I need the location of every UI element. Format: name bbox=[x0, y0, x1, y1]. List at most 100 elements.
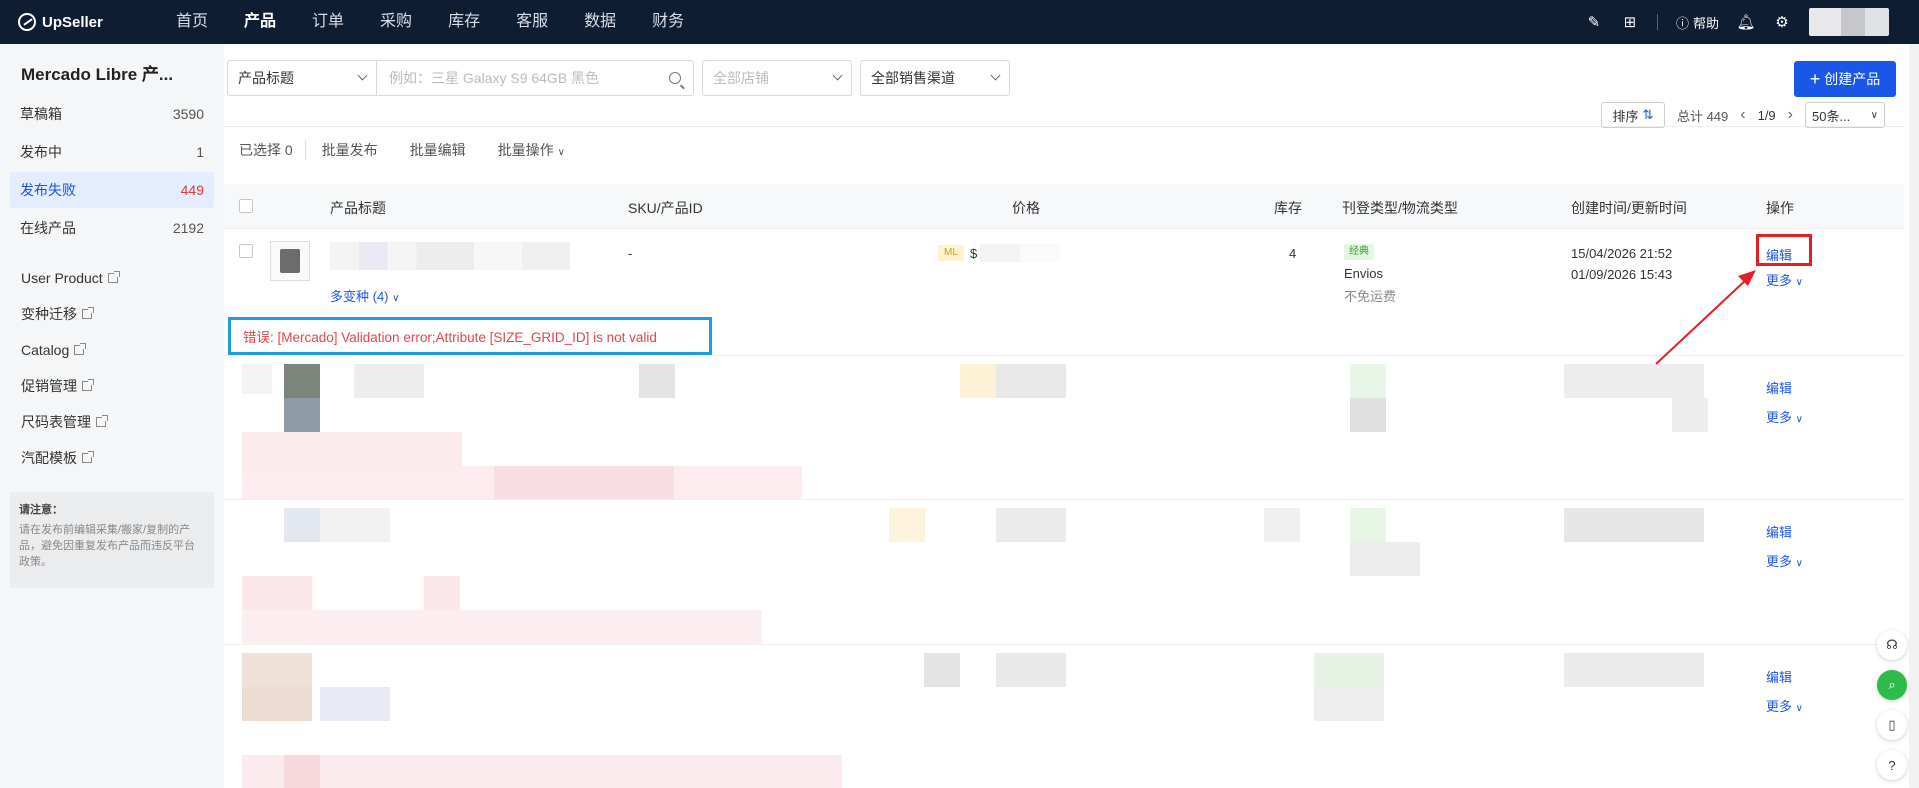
search-icon[interactable] bbox=[669, 72, 681, 84]
nav-customer-service[interactable]: 客服 bbox=[498, 0, 566, 44]
next-page-icon[interactable]: › bbox=[1788, 106, 1793, 124]
total-count: 总计 449 bbox=[1676, 108, 1729, 124]
sidebar-item-publishing[interactable]: 发布中 1 bbox=[10, 134, 214, 170]
blur-block bbox=[1564, 364, 1704, 398]
help-float-icon[interactable]: ? bbox=[1877, 750, 1907, 780]
product-thumbnail[interactable] bbox=[270, 241, 310, 281]
more-dropdown[interactable]: 更多 ∨ bbox=[1766, 696, 1803, 715]
brand-logo[interactable]: UpSeller bbox=[18, 13, 138, 31]
blur-block bbox=[242, 576, 312, 610]
blur-block bbox=[1564, 653, 1704, 687]
help-link[interactable]: ⓘ 帮助 bbox=[1676, 13, 1719, 32]
mobile-icon[interactable]: ▯ bbox=[1877, 710, 1907, 740]
brand-name: UpSeller bbox=[42, 13, 103, 31]
sidebar-link-promotions[interactable]: 促销管理 bbox=[0, 368, 224, 404]
edit-link[interactable]: 编辑 bbox=[1766, 667, 1792, 686]
create-product-button[interactable]: + 创建产品 bbox=[1794, 61, 1896, 97]
chevron-down-icon: ∨ bbox=[1795, 558, 1803, 569]
bulk-edit-button[interactable]: 批量编辑 bbox=[394, 140, 482, 160]
sort-icon: ⇅ bbox=[1642, 107, 1654, 122]
sidebar-item-online[interactable]: 在线产品 2192 bbox=[10, 210, 214, 246]
edit-link[interactable]: 编辑 bbox=[1766, 522, 1792, 541]
sidebar-link-size-chart[interactable]: 尺码表管理 bbox=[0, 404, 224, 440]
search-field-select[interactable]: 产品标题 bbox=[227, 60, 377, 96]
blur-block bbox=[354, 364, 424, 398]
sidebar-link-variant-migration[interactable]: 变种迁移 bbox=[0, 296, 224, 332]
blur-block bbox=[284, 398, 320, 432]
search-input[interactable]: 例如：三星 Galaxy S9 64GB 黑色 bbox=[377, 60, 694, 96]
page-indicator: 1/9 bbox=[1757, 107, 1776, 123]
blur-block bbox=[1350, 542, 1420, 576]
nav-orders[interactable]: 订单 bbox=[294, 0, 362, 44]
store-select[interactable]: 全部店铺 bbox=[702, 60, 852, 96]
sidebar-link-catalog[interactable]: Catalog bbox=[0, 332, 224, 368]
col-title: 产品标题 bbox=[330, 200, 386, 216]
question-icon: ⓘ bbox=[1675, 15, 1689, 31]
row-checkbox[interactable] bbox=[239, 244, 253, 258]
bulk-operations-dropdown[interactable]: 批量操作 ∨ bbox=[482, 140, 581, 160]
blurred-title bbox=[330, 242, 570, 270]
bulk-publish-button[interactable]: 批量发布 bbox=[306, 140, 394, 160]
logo-icon bbox=[18, 13, 36, 31]
sidebar-link-auto-parts[interactable]: 汽配模板 bbox=[0, 440, 224, 476]
nav-products[interactable]: 产品 bbox=[226, 0, 294, 44]
external-link-icon bbox=[82, 379, 94, 391]
user-avatar[interactable] bbox=[1809, 8, 1889, 36]
table-row: 编辑 更多 ∨ bbox=[224, 645, 1904, 788]
row-sku: - bbox=[628, 246, 633, 261]
filter-bar: 产品标题 例如：三星 Galaxy S9 64GB 黑色 全部店铺 全部销售渠道 bbox=[227, 60, 1010, 96]
blur-block bbox=[1350, 398, 1386, 432]
sidebar-item-count: 2192 bbox=[172, 220, 204, 236]
select-all-checkbox[interactable] bbox=[239, 199, 253, 213]
blur-block bbox=[1672, 398, 1708, 432]
blur-block bbox=[320, 687, 390, 721]
selected-count: 已选择 0 bbox=[224, 139, 306, 160]
support-headset-icon[interactable]: ☊ bbox=[1877, 630, 1907, 660]
nav-home[interactable]: 首页 bbox=[158, 0, 226, 44]
external-link-icon bbox=[82, 451, 94, 463]
more-dropdown[interactable]: 更多 ∨ bbox=[1766, 270, 1803, 289]
page-scrollbar[interactable] bbox=[1909, 44, 1919, 788]
sidebar-item-count: 449 bbox=[180, 182, 204, 198]
apps-grid-icon[interactable]: ⊞ bbox=[1621, 13, 1639, 31]
blur-block bbox=[996, 364, 1066, 398]
blur-block bbox=[1350, 508, 1386, 542]
bell-icon[interactable]: 🔔︎ bbox=[1736, 13, 1755, 31]
sidebar-item-drafts[interactable]: 草稿箱 3590 bbox=[10, 96, 214, 132]
table-row: 编辑 更多 ∨ bbox=[224, 500, 1904, 645]
listing-type-badge: 经典 bbox=[1344, 244, 1374, 260]
gear-icon[interactable]: ⚙ bbox=[1773, 13, 1791, 31]
sidebar-item-failed[interactable]: 发布失败 449 bbox=[10, 172, 214, 208]
edit-link[interactable]: 编辑 bbox=[1766, 378, 1792, 397]
sort-button[interactable]: 排序 ⇅ bbox=[1600, 102, 1665, 128]
nav-finance[interactable]: 财务 bbox=[634, 0, 702, 44]
sidebar-item-count: 3590 bbox=[172, 106, 204, 122]
updated-time: 01/09/2026 15:43 bbox=[1571, 267, 1673, 282]
search-placeholder: 例如：三星 Galaxy S9 64GB 黑色 bbox=[389, 70, 600, 86]
more-label: 更多 bbox=[1766, 410, 1793, 425]
blur-block bbox=[639, 364, 675, 398]
chevron-down-icon: ∨ bbox=[392, 293, 400, 304]
more-dropdown[interactable]: 更多 ∨ bbox=[1766, 407, 1803, 426]
col-actions: 操作 bbox=[1766, 200, 1794, 216]
sidebar-link-user-product[interactable]: User Product bbox=[0, 260, 224, 296]
nav-purchase[interactable]: 采购 bbox=[362, 0, 430, 44]
sidebar-link-label: 促销管理 bbox=[21, 378, 77, 394]
col-listing-type: 刊登类型/物流类型 bbox=[1342, 200, 1458, 216]
prev-page-icon[interactable]: ‹ bbox=[1740, 106, 1745, 124]
blur-block bbox=[996, 508, 1066, 542]
page-size-select[interactable]: 50条... ∨ bbox=[1805, 102, 1885, 128]
search-float-icon[interactable]: ⌕ bbox=[1877, 670, 1907, 700]
blur-block bbox=[1350, 364, 1386, 398]
variants-toggle[interactable]: 多变种 (4) ∨ bbox=[330, 286, 399, 305]
bulk-actions-bar: 已选择 0 批量发布 批量编辑 批量操作 ∨ bbox=[224, 126, 1904, 172]
more-dropdown[interactable]: 更多 ∨ bbox=[1766, 551, 1803, 570]
nav-data[interactable]: 数据 bbox=[566, 0, 634, 44]
wrench-icon[interactable]: ✎ bbox=[1585, 13, 1603, 31]
sidebar-link-label: 变种迁移 bbox=[21, 306, 77, 322]
channel-select[interactable]: 全部销售渠道 bbox=[860, 60, 1010, 96]
blur-block bbox=[284, 364, 320, 398]
create-product-label: 创建产品 bbox=[1824, 71, 1881, 87]
nav-inventory[interactable]: 库存 bbox=[430, 0, 498, 44]
table-header: 产品标题 SKU/产品ID 价格 库存 刊登类型/物流类型 创建时间/更新时间 … bbox=[224, 184, 1904, 229]
